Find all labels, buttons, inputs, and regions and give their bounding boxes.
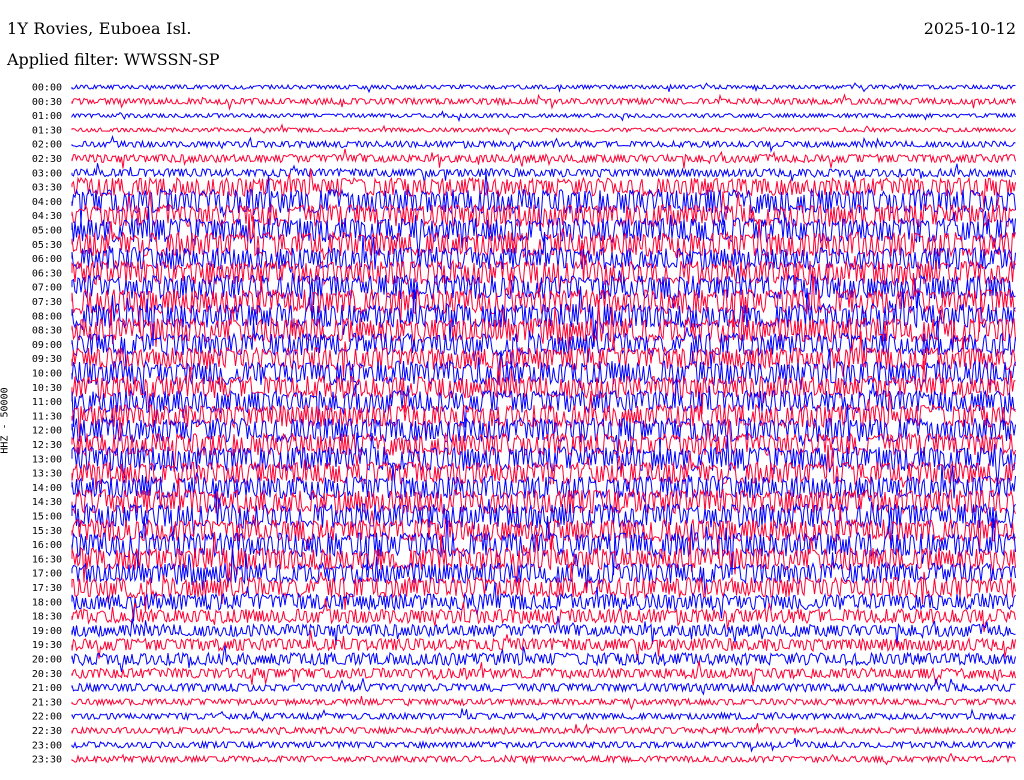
trace-line-0200 bbox=[71, 134, 1016, 154]
trace-line-2300 bbox=[71, 737, 1016, 753]
trace-line-2230 bbox=[71, 723, 1016, 736]
time-tick-label: 22:30 bbox=[32, 726, 62, 737]
time-tick-label: 19:30 bbox=[32, 640, 62, 651]
time-tick-label: 08:30 bbox=[32, 326, 62, 337]
time-tick-label: 20:30 bbox=[32, 669, 62, 680]
time-tick-label: 20:00 bbox=[32, 655, 62, 666]
trace-line-2000 bbox=[71, 645, 1016, 673]
time-tick-label: 10:00 bbox=[32, 369, 62, 380]
time-tick-label: 03:00 bbox=[32, 168, 62, 179]
time-tick-label: 07:30 bbox=[32, 297, 62, 308]
time-tick-label: 01:00 bbox=[32, 111, 62, 122]
trace-line-2030 bbox=[71, 660, 1016, 686]
time-tick-label: 17:00 bbox=[32, 569, 62, 580]
time-tick-label: 22:00 bbox=[32, 712, 62, 723]
trace-line-0100 bbox=[71, 110, 1016, 123]
time-tick-label: 11:00 bbox=[32, 397, 62, 408]
time-tick-label: 15:00 bbox=[32, 512, 62, 523]
time-tick-label: 02:30 bbox=[32, 154, 62, 165]
helicorder-plot: 00:00 00:30 01:00 01:30 02:00 02:30 03:00 03:30… bbox=[32, 82, 1016, 766]
time-tick-label: 09:30 bbox=[32, 354, 62, 365]
time-tick-label: 02:00 bbox=[32, 140, 62, 151]
time-tick-label: 15:30 bbox=[32, 526, 62, 537]
time-tick-label: 06:00 bbox=[32, 254, 62, 265]
time-tick-label: 09:00 bbox=[32, 340, 62, 351]
time-tick-label: 18:00 bbox=[32, 597, 62, 608]
time-tick-label: 16:00 bbox=[32, 540, 62, 551]
time-tick-label: 14:00 bbox=[32, 483, 62, 494]
time-tick-label: 04:30 bbox=[32, 211, 62, 222]
time-tick-label: 13:00 bbox=[32, 454, 62, 465]
time-tick-label: 00:30 bbox=[32, 97, 62, 108]
time-tick-label: 06:30 bbox=[32, 268, 62, 279]
time-tick-label: 16:30 bbox=[32, 554, 62, 565]
time-tick-label: 07:00 bbox=[32, 283, 62, 294]
time-tick-label: 18:30 bbox=[32, 612, 62, 623]
trace-line-2100 bbox=[71, 678, 1016, 696]
time-tick-label: 19:00 bbox=[32, 626, 62, 637]
time-tick-label: 23:00 bbox=[32, 740, 62, 751]
time-tick-label: 23:30 bbox=[32, 755, 62, 766]
time-tick-label: 05:30 bbox=[32, 240, 62, 251]
time-tick-label: 12:30 bbox=[32, 440, 62, 451]
trace-line-0030 bbox=[71, 93, 1016, 111]
time-tick-label: 12:00 bbox=[32, 426, 62, 437]
trace-line-0230 bbox=[71, 148, 1016, 169]
time-tick-label: 11:30 bbox=[32, 411, 62, 422]
time-tick-label: 21:00 bbox=[32, 683, 62, 694]
time-tick-label: 03:30 bbox=[32, 183, 62, 194]
time-tick-label: 13:30 bbox=[32, 469, 62, 480]
time-tick-label: 21:30 bbox=[32, 697, 62, 708]
trace-line-0000 bbox=[71, 82, 1016, 94]
trace-line-2330 bbox=[71, 752, 1016, 766]
time-tick-label: 04:00 bbox=[32, 197, 62, 208]
time-tick-label: 14:30 bbox=[32, 497, 62, 508]
time-tick-label: 10:30 bbox=[32, 383, 62, 394]
time-tick-label: 00:00 bbox=[32, 83, 62, 94]
time-tick-label: 08:00 bbox=[32, 311, 62, 322]
time-tick-label: 05:00 bbox=[32, 226, 62, 237]
trace-line-2130 bbox=[71, 696, 1016, 711]
trace-line-2200 bbox=[71, 708, 1016, 722]
time-tick-label: 17:30 bbox=[32, 583, 62, 594]
trace-line-0130 bbox=[71, 123, 1016, 136]
time-tick-label: 01:30 bbox=[32, 125, 62, 136]
trace-line-1930 bbox=[71, 630, 1016, 661]
